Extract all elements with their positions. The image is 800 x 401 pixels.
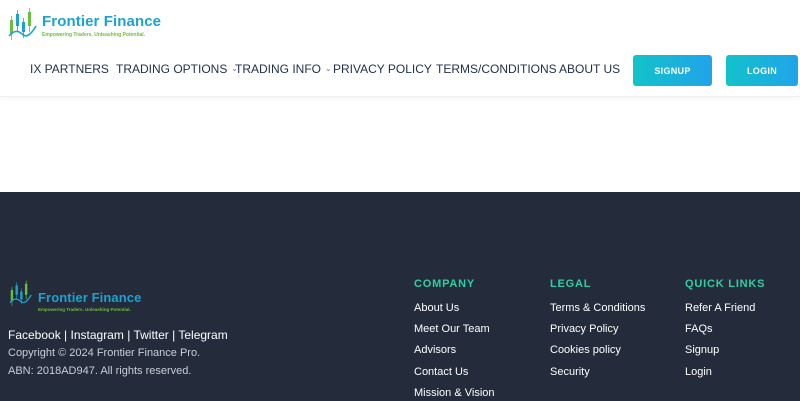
instagram-link[interactable]: Instagram (71, 328, 124, 342)
footer-brand-tagline: Empowering Traders. Unleashing Potential… (38, 307, 131, 312)
brand-tagline: Empowering Traders. Unleashing Potential… (42, 32, 146, 38)
logo-candlestick-icon (9, 280, 32, 306)
chevron-down-icon: ⌄ (325, 63, 332, 73)
footer-link-mission-vision[interactable]: Mission & Vision (414, 387, 495, 399)
company-heading: COMPANY (414, 278, 476, 290)
footer-brand-logo[interactable]: Frontier Finance Empowering Traders. Unl… (8, 279, 141, 313)
nav-label: IX PARTNERS (30, 62, 109, 76)
nav-trading-info[interactable]: TRADING INFO ⌄ (235, 62, 332, 76)
footer-link-login[interactable]: Login (685, 366, 712, 378)
nav-trading-options[interactable]: TRADING OPTIONS ⌄ (116, 62, 238, 76)
footer-link-cookies[interactable]: Cookies policy (550, 344, 621, 356)
nav-terms-conditions[interactable]: TERMS/CONDITIONS (436, 62, 557, 76)
footer-link-refer-a-friend[interactable]: Refer A Friend (685, 302, 755, 314)
footer-link-about-us[interactable]: About Us (414, 302, 459, 314)
copyright-text: Copyright © 2024 Frontier Finance Pro. (8, 347, 201, 359)
site-header: Frontier Finance Empowering Traders. Unl… (0, 0, 800, 97)
footer-link-terms[interactable]: Terms & Conditions (550, 302, 645, 314)
footer-brand-name: Frontier Finance (38, 290, 142, 305)
footer-link-security[interactable]: Security (550, 366, 590, 378)
brand-logo[interactable]: Frontier Finance Empowering Traders. Unl… (8, 6, 161, 46)
quick-links-heading: QUICK LINKS (685, 278, 766, 290)
legal-heading: LEGAL (550, 278, 592, 290)
twitter-link[interactable]: Twitter (133, 328, 168, 342)
site-footer: Frontier Finance Empowering Traders. Unl… (0, 192, 800, 401)
telegram-link[interactable]: Telegram (178, 328, 227, 342)
login-button[interactable]: LOGIN (726, 55, 798, 86)
abn-text: ABN: 2018AD947. All rights reserved. (8, 365, 192, 377)
footer-link-contact-us[interactable]: Contact Us (414, 366, 468, 378)
social-links: Facebook | Instagram | Twitter | Telegra… (8, 328, 228, 342)
brand-name: Frontier Finance (42, 13, 162, 30)
facebook-link[interactable]: Facebook (8, 328, 61, 342)
nav-label: TRADING OPTIONS (116, 62, 228, 76)
nav-ix-partners[interactable]: IX PARTNERS (30, 62, 109, 76)
logo-candlestick-icon (8, 8, 37, 40)
footer-link-advisors[interactable]: Advisors (414, 344, 456, 356)
nav-label: PRIVACY POLICY (333, 62, 432, 76)
nav-about-us[interactable]: ABOUT US (559, 62, 620, 76)
footer-link-meet-our-team[interactable]: Meet Our Team (414, 323, 490, 335)
footer-link-privacy[interactable]: Privacy Policy (550, 323, 618, 335)
nav-label: ABOUT US (559, 62, 621, 76)
nav-privacy-policy[interactable]: PRIVACY POLICY (333, 62, 432, 76)
nav-label: TERMS/CONDITIONS (436, 62, 557, 76)
footer-link-signup[interactable]: Signup (685, 344, 719, 356)
nav-label: TRADING INFO (235, 62, 321, 76)
signup-button[interactable]: SIGNUP (633, 55, 712, 86)
footer-link-faqs[interactable]: FAQs (685, 323, 713, 335)
